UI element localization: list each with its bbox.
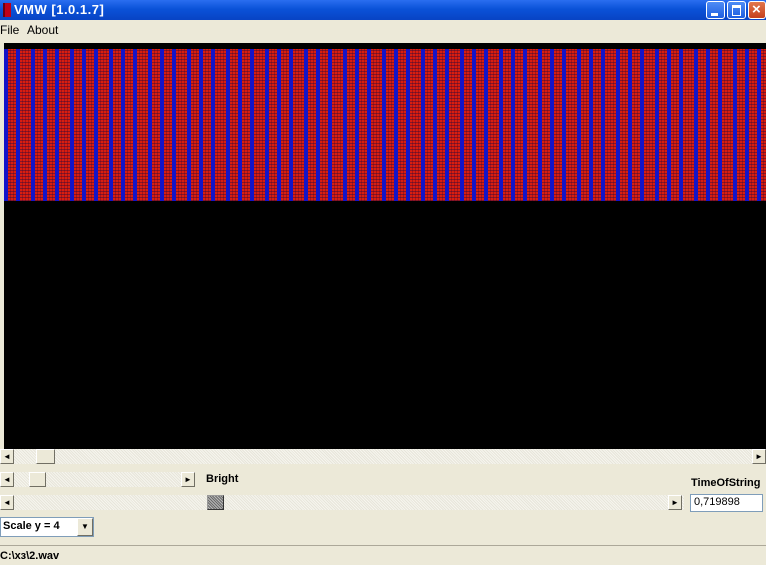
menu-file[interactable]: File xyxy=(0,23,19,37)
menu-about[interactable]: About xyxy=(27,23,58,37)
right-arrow-icon: ► xyxy=(184,475,192,484)
maximize-button[interactable] xyxy=(727,1,746,19)
close-button[interactable]: × xyxy=(748,1,766,19)
scale-dropdown-button[interactable]: ▼ xyxy=(77,518,93,536)
time-of-string-label: TimeOfString xyxy=(691,477,761,489)
file-path: C:\хз\2.wav xyxy=(0,550,60,562)
bright-label: Bright xyxy=(206,473,239,485)
left-arrow-icon: ◄ xyxy=(3,452,11,461)
scroll-left-button[interactable]: ◄ xyxy=(0,449,14,464)
left-arrow-icon: ◄ xyxy=(3,475,11,484)
minimize-button[interactable] xyxy=(706,1,725,19)
app-icon[interactable] xyxy=(3,3,11,17)
canvas-hscrollbar[interactable]: ◄ ► xyxy=(0,449,766,464)
menu-bar: File About xyxy=(0,20,766,40)
chevron-down-icon: ▼ xyxy=(81,522,89,531)
left-arrow-icon: ◄ xyxy=(3,498,11,507)
bright-left-button[interactable]: ◄ xyxy=(0,472,14,487)
right-arrow-icon: ► xyxy=(671,498,679,507)
time-right-button[interactable]: ► xyxy=(668,495,682,510)
status-bar: C:\хз\2.wav xyxy=(0,545,766,565)
right-arrow-icon: ► xyxy=(755,452,763,461)
scroll-right-button[interactable]: ► xyxy=(752,449,766,464)
scale-select[interactable]: Scale y = 4 ▼ xyxy=(0,517,94,537)
time-thumb[interactable] xyxy=(207,495,224,510)
scroll-thumb[interactable] xyxy=(36,449,55,464)
time-left-button[interactable]: ◄ xyxy=(0,495,14,510)
bright-slider[interactable]: ◄ ► xyxy=(0,472,195,487)
bright-thumb[interactable] xyxy=(29,472,46,487)
bright-right-button[interactable]: ► xyxy=(181,472,195,487)
title-bar[interactable]: VMW [1.0.1.7] × xyxy=(0,0,766,20)
window-title: VMW [1.0.1.7] xyxy=(14,2,105,17)
time-slider[interactable]: ◄ ► xyxy=(0,495,684,510)
spectrogram-canvas[interactable] xyxy=(4,43,766,449)
scale-select-value: Scale y = 4 xyxy=(3,520,60,532)
time-of-string-input[interactable]: 0,719898 xyxy=(690,494,763,512)
close-icon: × xyxy=(752,1,761,18)
spectrogram-image xyxy=(4,49,766,201)
